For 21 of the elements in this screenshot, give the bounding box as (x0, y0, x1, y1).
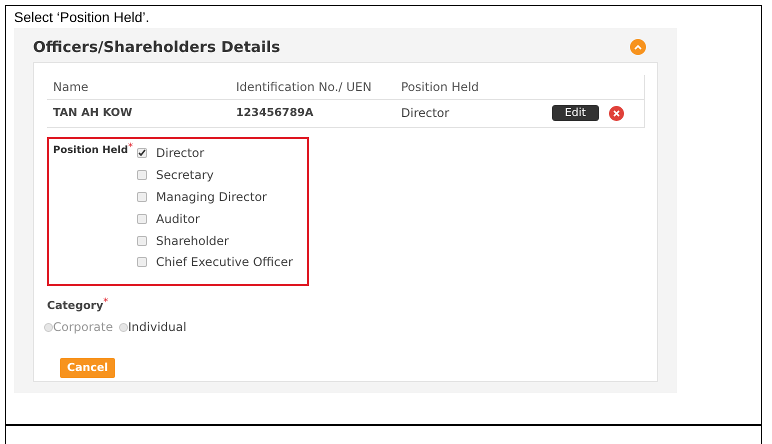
checkbox-label: Chief Executive Officer (156, 254, 293, 272)
table-cell: TAN AH KOW (47, 99, 230, 127)
radio-label: Individual (128, 319, 186, 336)
column-header: Position Held (395, 75, 514, 99)
field-label: Position Held (53, 144, 128, 158)
edit-button[interactable]: Edit (552, 105, 599, 121)
table-cell: Director (395, 99, 514, 127)
checkbox-label: Secretary (156, 167, 214, 184)
checkbox-label: Director (156, 145, 204, 162)
radio-label: Corporate (53, 319, 113, 336)
required-mark: * (103, 298, 108, 308)
panel-title: Officers/Shareholders Details (33, 36, 280, 58)
column-header: Name (47, 75, 230, 99)
table-cell: 123456789A (230, 99, 395, 127)
column-header: Identification No./ UEN (230, 75, 395, 99)
checkbox-label: Managing Director (156, 188, 267, 206)
instruction-text: Select ‘Position Held’. (14, 8, 150, 26)
field-label: Category (47, 298, 104, 314)
required-mark: * (128, 142, 133, 152)
checkbox-label: Shareholder (156, 232, 229, 250)
checkbox-label: Auditor (156, 210, 200, 228)
